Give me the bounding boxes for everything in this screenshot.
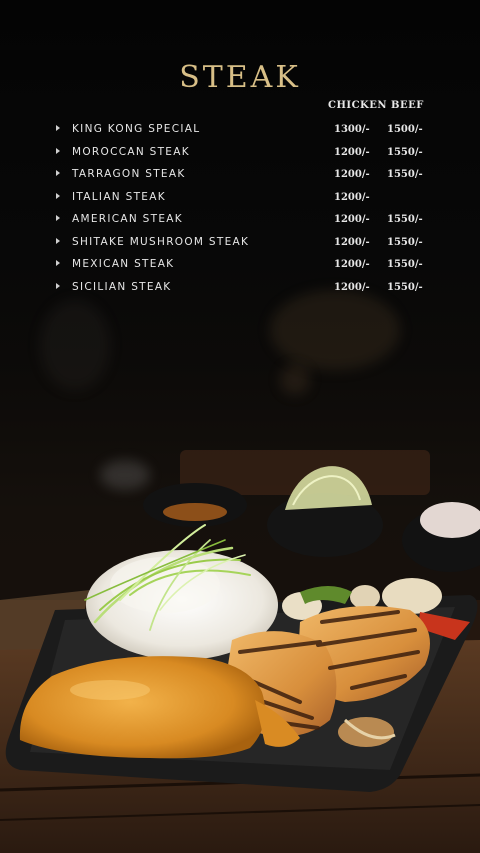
menu-page: STEAK CHICKEN BEEF KING KONG SPECIAL 130… xyxy=(0,0,480,853)
steak-dish-photo xyxy=(0,450,480,853)
